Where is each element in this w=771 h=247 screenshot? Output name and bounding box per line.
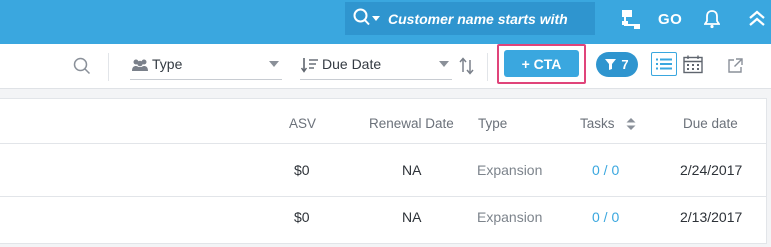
hierarchy-icon[interactable]: [619, 9, 643, 31]
table-row[interactable]: $0 NA Expansion 0 / 0 2/24/2017: [0, 144, 766, 197]
column-header-renewal-date[interactable]: Renewal Date: [369, 116, 454, 131]
column-header-due-date[interactable]: Due date: [683, 116, 738, 131]
search-placeholder[interactable]: Customer name starts with: [388, 11, 568, 27]
filter-button[interactable]: 7: [596, 52, 638, 77]
renewal-date-cell: NA: [402, 162, 422, 178]
column-header-asv[interactable]: ASV: [289, 116, 316, 131]
due-date-cell: 2/24/2017: [680, 162, 743, 178]
tasks-link[interactable]: 0 / 0: [592, 209, 619, 225]
dropdown-underline: [130, 79, 282, 80]
calendar-icon[interactable]: [683, 55, 703, 74]
cta-table: ASV Renewal Date Type Tasks Due date $0 …: [0, 98, 767, 244]
add-cta-button[interactable]: + CTA: [504, 50, 579, 77]
due-date-cell: 2/13/2017: [680, 209, 743, 225]
table-row[interactable]: $0 NA Expansion 0 / 0 2/13/2017: [0, 197, 766, 243]
collapse-icon[interactable]: [748, 9, 766, 29]
filter-count: 7: [621, 57, 629, 72]
sort-icon[interactable]: [626, 118, 636, 130]
toolbar-divider: [108, 53, 109, 81]
column-header-type[interactable]: Type: [478, 116, 507, 131]
search-icon[interactable]: [73, 57, 91, 75]
global-search[interactable]: Customer name starts with: [345, 2, 595, 35]
filter-icon: [605, 59, 617, 70]
sort-direction-icon[interactable]: [458, 57, 476, 75]
column-header-tasks[interactable]: Tasks: [580, 116, 615, 131]
bell-icon[interactable]: [704, 9, 720, 29]
top-bar: Customer name starts with GO: [0, 0, 771, 44]
go-logo[interactable]: GO: [658, 11, 682, 28]
people-icon: [132, 59, 148, 71]
type-cell: Expansion: [477, 162, 543, 178]
list-icon: [656, 58, 672, 70]
type-cell: Expansion: [477, 209, 543, 225]
asv-cell: $0: [294, 162, 310, 178]
chevron-down-icon: [269, 61, 279, 67]
open-external-icon[interactable]: [728, 58, 743, 73]
toolbar-divider: [487, 53, 488, 81]
search-icon[interactable]: [353, 8, 371, 28]
dropdown-underline: [300, 79, 452, 80]
list-view-toggle[interactable]: [651, 52, 677, 76]
type-dropdown-value: Type: [152, 56, 183, 72]
sort-dropdown-value: Due Date: [322, 56, 382, 72]
asv-cell: $0: [294, 209, 310, 225]
search-scope-caret-icon[interactable]: [372, 16, 380, 21]
chevron-down-icon: [439, 61, 449, 67]
tasks-link[interactable]: 0 / 0: [592, 162, 619, 178]
renewal-date-cell: NA: [402, 209, 422, 225]
sort-order-icon: [301, 58, 318, 73]
table-header-row: ASV Renewal Date Type Tasks Due date: [0, 99, 766, 144]
